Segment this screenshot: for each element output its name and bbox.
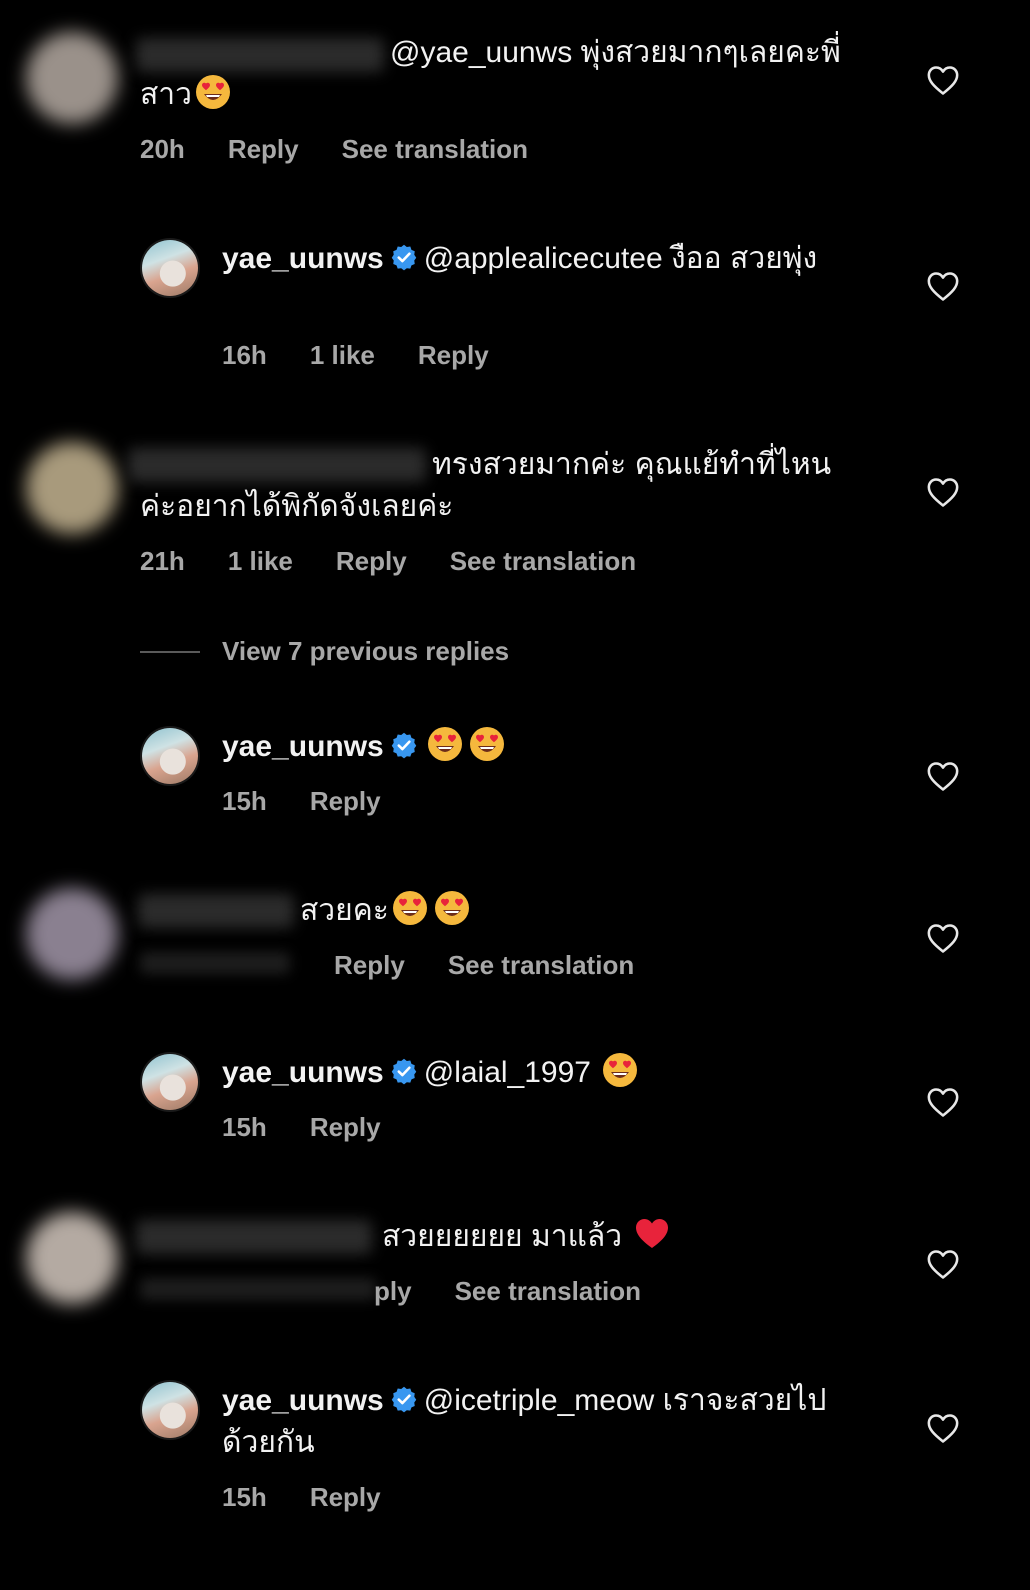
comment-text: ทรงสวยมากค่ะ คุณแย้ทำที่ไหนค่ะอยากได้พิก…: [140, 448, 832, 523]
heart-icon[interactable]: [926, 270, 960, 302]
timestamp: 21h: [140, 546, 185, 576]
timestamp: 15h: [222, 1482, 267, 1512]
avatar[interactable]: [142, 728, 198, 784]
heart-eyes-emoji: [602, 1052, 638, 1088]
see-translation-button[interactable]: See translation: [450, 546, 636, 577]
heart-icon[interactable]: [926, 64, 960, 96]
heart-icon[interactable]: [926, 1412, 960, 1444]
heart-icon[interactable]: [926, 760, 960, 792]
username[interactable]: yae_uunws: [222, 1384, 384, 1417]
heart-eyes-emoji: [392, 890, 428, 926]
comment-meta: 15h Reply: [222, 1482, 381, 1513]
timestamp: 20h: [140, 134, 185, 164]
heart-eyes-emoji: [469, 726, 505, 762]
avatar[interactable]: [142, 240, 198, 296]
see-translation-button[interactable]: See translation: [342, 134, 528, 165]
heart-icon[interactable]: [926, 1248, 960, 1280]
comment-meta: ply See translation: [374, 1276, 641, 1307]
reply-button[interactable]: Reply: [228, 134, 299, 165]
red-heart-emoji: [634, 1216, 670, 1252]
blurred-username: [138, 894, 294, 928]
blurred-username: [136, 1220, 372, 1254]
timestamp: 15h: [222, 1112, 267, 1142]
comment-meta: 15h Reply: [222, 786, 381, 817]
timestamp: 15h: [222, 786, 267, 816]
comment-text: yae_uunws @laial_1997: [222, 1052, 942, 1094]
reply-button[interactable]: Reply: [310, 786, 381, 817]
heart-icon[interactable]: [926, 1086, 960, 1118]
timestamp: 16h: [222, 340, 267, 370]
comment-meta: 20h Reply See translation: [140, 134, 528, 165]
reply-button[interactable]: ply: [374, 1276, 412, 1307]
likes-count[interactable]: 1 like: [310, 340, 375, 371]
comment-text: yae_uunws @icetriple_meow เราจะสวยไปด้วยก…: [222, 1384, 827, 1459]
heart-eyes-emoji: [427, 726, 463, 762]
avatar[interactable]: [142, 1382, 198, 1438]
comment-text: yae_uunws @applealicecutee งืออ สวยพุ่ง: [222, 242, 818, 275]
comment-meta: 15h Reply: [222, 1112, 381, 1143]
username[interactable]: yae_uunws: [222, 1056, 384, 1089]
comment-meta: 16h 1 like Reply: [222, 340, 489, 371]
reply-button[interactable]: Reply: [310, 1112, 381, 1143]
avatar[interactable]: [26, 32, 118, 124]
verified-icon: [390, 243, 418, 271]
username[interactable]: yae_uunws: [222, 242, 384, 275]
comment-meta: Reply See translation: [334, 950, 634, 981]
comment-text: สวยคะ: [300, 890, 1020, 932]
reply-button[interactable]: Reply: [334, 950, 405, 981]
view-previous-replies[interactable]: View 7 previous replies: [140, 636, 509, 667]
divider: [140, 650, 200, 653]
comment-text: @yae_uunws พุ่งสวยมากๆเลยคะพี่สาว: [140, 36, 841, 111]
heart-icon[interactable]: [926, 922, 960, 954]
reply-button[interactable]: Reply: [310, 1482, 381, 1513]
avatar[interactable]: [26, 1212, 118, 1304]
verified-icon: [390, 731, 418, 759]
blurred-meta: [140, 952, 290, 974]
blurred-meta: [140, 1278, 376, 1300]
avatar[interactable]: [142, 1054, 198, 1110]
comment-meta: 21h 1 like Reply See translation: [140, 546, 636, 577]
avatar[interactable]: [26, 888, 118, 980]
reply-button[interactable]: Reply: [418, 340, 489, 371]
verified-icon: [390, 1385, 418, 1413]
avatar[interactable]: [26, 442, 118, 534]
heart-eyes-emoji: [195, 74, 231, 110]
reply-button[interactable]: Reply: [336, 546, 407, 577]
see-translation-button[interactable]: See translation: [455, 1276, 641, 1307]
comment-text: yae_uunws: [222, 726, 942, 768]
view-previous-label: View 7 previous replies: [222, 636, 510, 666]
heart-eyes-emoji: [434, 890, 470, 926]
verified-icon: [390, 1057, 418, 1085]
username[interactable]: yae_uunws: [222, 730, 384, 763]
heart-icon[interactable]: [926, 476, 960, 508]
likes-count[interactable]: 1 like: [228, 546, 293, 577]
see-translation-button[interactable]: See translation: [448, 950, 634, 981]
